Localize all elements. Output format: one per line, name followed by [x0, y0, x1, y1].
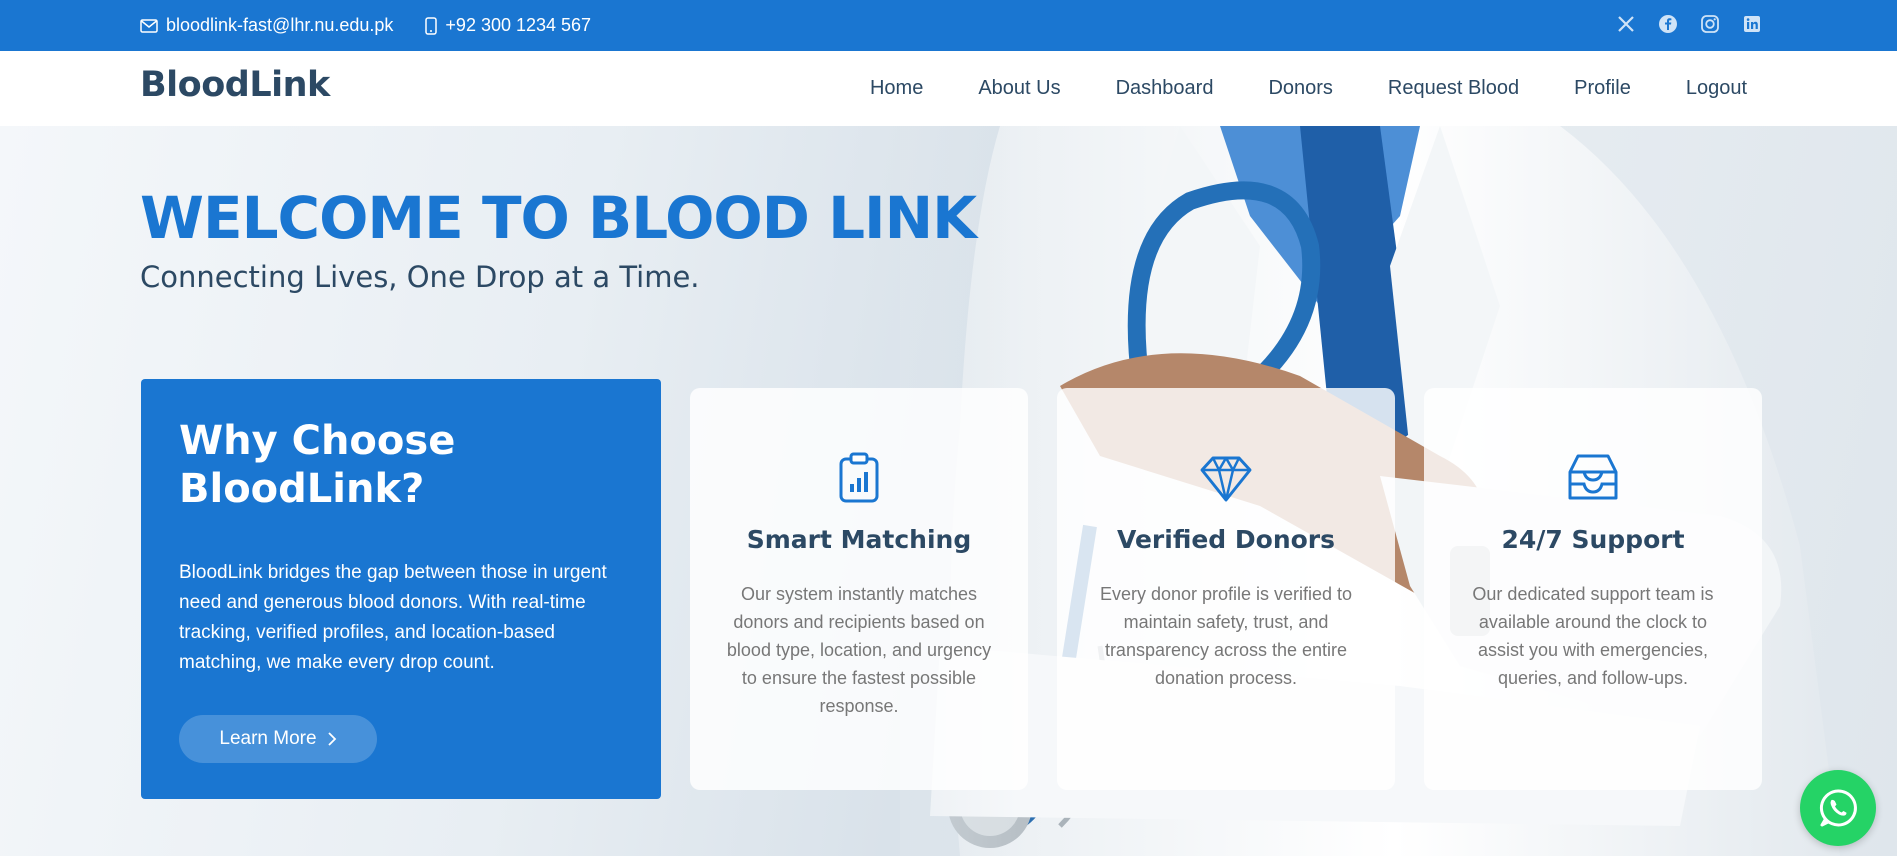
hero-subtitle: Connecting Lives, One Drop at a Time.: [140, 260, 700, 294]
contact-info: bloodlink-fast@lhr.nu.edu.pk +92 300 123…: [140, 15, 591, 36]
nav-logout[interactable]: Logout: [1686, 77, 1747, 100]
card-text: Our system instantly matches donors and …: [726, 584, 992, 716]
top-bar: bloodlink-fast@lhr.nu.edu.pk +92 300 123…: [0, 0, 1897, 51]
phone-icon: [425, 16, 438, 35]
learn-more-label: Learn More: [219, 728, 317, 749]
feature-card-verified-donors: Verified Donors Every donor profile is v…: [1057, 388, 1395, 790]
envelope-icon: [140, 18, 158, 33]
email-text: bloodlink-fast@lhr.nu.edu.pk: [166, 15, 394, 35]
main-nav: Home About Us Dashboard Donors Request B…: [870, 77, 1747, 100]
card-title: 24/7 Support: [1501, 525, 1685, 554]
chevron-right-icon: [327, 732, 336, 746]
inbox-icon: [1568, 454, 1618, 500]
instagram-icon[interactable]: [1700, 14, 1720, 34]
feature-card-support: 24/7 Support Our dedicated support team …: [1424, 388, 1762, 790]
nav-donors[interactable]: Donors: [1268, 77, 1332, 100]
nav-profile[interactable]: Profile: [1574, 77, 1631, 100]
learn-more-button[interactable]: Learn More: [179, 715, 377, 763]
x-icon[interactable]: [1616, 14, 1636, 34]
clipboard-data-icon: [839, 452, 879, 503]
phone-contact[interactable]: +92 300 1234 567: [425, 15, 591, 36]
facebook-icon[interactable]: [1658, 14, 1678, 34]
nav-home[interactable]: Home: [870, 77, 923, 100]
whatsapp-icon: [1819, 789, 1857, 827]
whatsapp-button[interactable]: [1800, 770, 1876, 846]
nav-about-us[interactable]: About Us: [978, 77, 1060, 100]
card-text: Our dedicated support team is available …: [1472, 584, 1714, 688]
nav-dashboard[interactable]: Dashboard: [1116, 77, 1214, 100]
phone-text: +92 300 1234 567: [445, 15, 592, 35]
card-title: Smart Matching: [746, 525, 972, 554]
card-text: Every donor profile is verified to maint…: [1099, 584, 1353, 688]
card-title: Verified Donors: [1116, 525, 1336, 554]
linkedin-icon[interactable]: [1742, 14, 1762, 34]
brand-logo[interactable]: BloodLink: [140, 65, 330, 105]
feature-card-smart-matching: Smart Matching Our system instantly matc…: [690, 388, 1028, 790]
nav-request-blood[interactable]: Request Blood: [1388, 77, 1519, 100]
hero-section: WELCOME TO BLOOD LINK Connecting Lives, …: [0, 126, 1897, 856]
why-body: BloodLink bridges the gap between those …: [179, 562, 607, 673]
gem-icon: [1200, 456, 1252, 502]
hero-title: WELCOME TO BLOOD LINK: [140, 184, 977, 252]
navbar: BloodLink Home About Us Dashboard Donors…: [0, 51, 1897, 126]
why-choose-box: Why Choose BloodLink? BloodLink bridges …: [141, 379, 661, 799]
why-heading: Why Choose BloodLink?: [179, 418, 456, 512]
social-links: [1616, 14, 1762, 34]
email-contact[interactable]: bloodlink-fast@lhr.nu.edu.pk: [140, 15, 393, 36]
